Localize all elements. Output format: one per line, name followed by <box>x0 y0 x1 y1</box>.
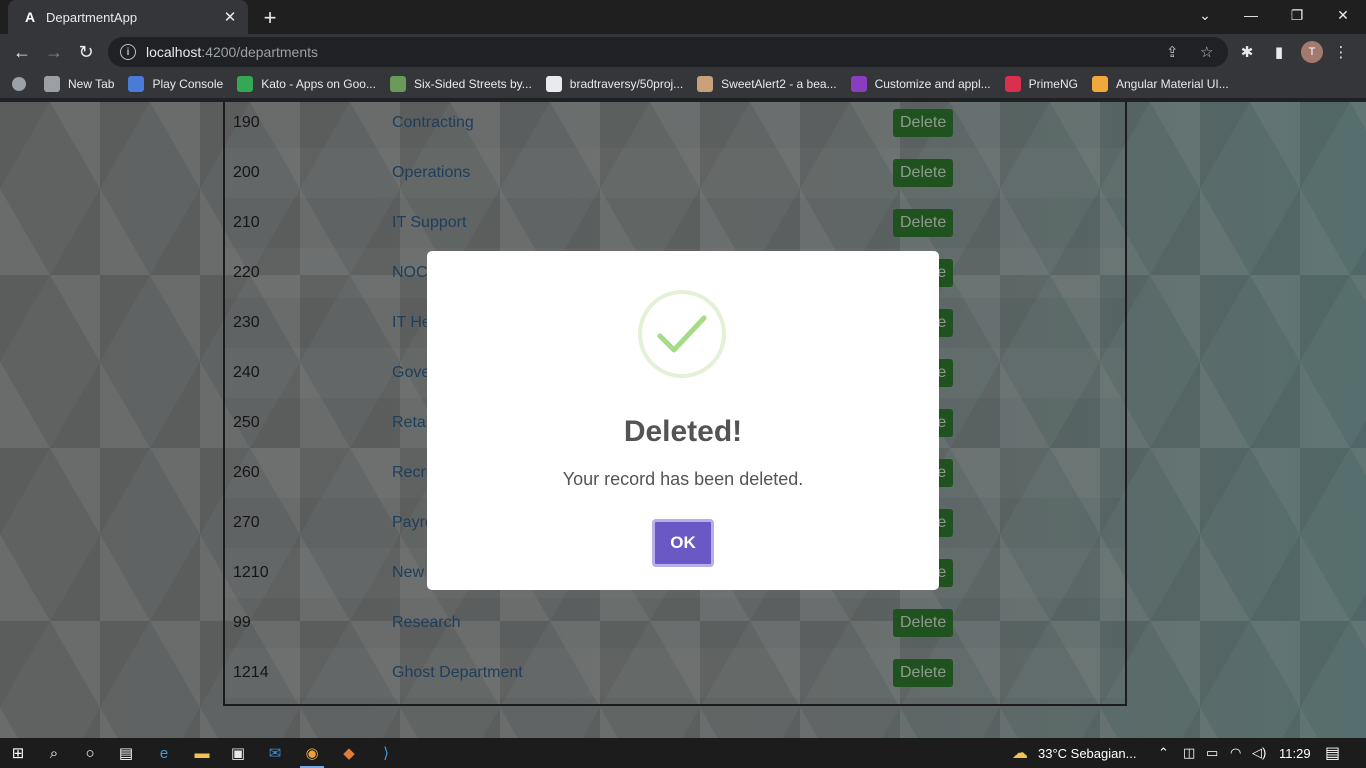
bookmark-item[interactable]: SweetAlert2 - a bea... <box>697 76 837 92</box>
store-icon[interactable]: ▣ <box>226 741 250 765</box>
bookmark-item[interactable]: bradtraversy/50proj... <box>545 76 684 92</box>
apps-icon[interactable] <box>12 77 26 91</box>
bookmark-favicon-icon <box>128 76 145 92</box>
tab-title: DepartmentApp <box>46 9 138 25</box>
url-host: localhost <box>146 44 202 60</box>
bookmark-item[interactable]: Kato - Apps on Goo... <box>237 76 376 92</box>
task-view-icon[interactable]: ▤ <box>114 741 138 765</box>
git-icon[interactable]: ◆ <box>337 741 361 765</box>
search-icon[interactable]: ⌕ <box>42 741 66 765</box>
share-icon[interactable]: ⇪ <box>1166 43 1179 61</box>
page-content: 190 Contracting Delete 200 Operations Delete 2… <box>0 102 1366 738</box>
ok-button[interactable]: OK <box>652 519 714 567</box>
minimize-button[interactable]: — <box>1228 0 1274 30</box>
dialog-text: Your record has been deleted. <box>562 469 804 489</box>
browser-toolbar: ← → ↻ i localhost:4200/departments ⇪ ☆ ✱… <box>0 34 1366 70</box>
alert-dialog: Deleted! Your record has been deleted. O… <box>427 251 939 590</box>
bookmark-favicon-icon <box>1004 76 1021 92</box>
taskbar: ⊞ ⌕ ○ ▤ e ▬ ▣ ✉ ◉ ◆ ⟩ ☁ 33°C Sebagian...… <box>0 738 1366 768</box>
bookmark-favicon-icon <box>545 76 562 92</box>
extensions-icon[interactable]: ✱ <box>1236 41 1258 63</box>
volume-icon[interactable]: ◁) <box>1252 738 1266 768</box>
reload-icon[interactable]: ↻ <box>72 38 100 66</box>
notifications-icon[interactable]: ▤ <box>1325 738 1340 768</box>
bookmark-favicon-icon <box>389 76 406 92</box>
bookmark-label: Six-Sided Streets by... <box>413 77 532 91</box>
windows-start-icon[interactable]: ⊞ <box>6 741 30 765</box>
bookmark-label: Kato - Apps on Goo... <box>261 77 376 91</box>
site-info-icon[interactable]: i <box>120 44 136 60</box>
bookmarks-bar: New Tab Play Console Kato - Apps on Goo...… <box>0 70 1366 98</box>
close-window-button[interactable]: ✕ <box>1320 0 1366 30</box>
bookmark-item[interactable]: Six-Sided Streets by... <box>389 76 532 92</box>
forward-icon[interactable]: → <box>40 38 68 66</box>
chrome-icon[interactable]: ◉ <box>300 741 324 768</box>
bookmark-label: SweetAlert2 - a bea... <box>721 77 837 91</box>
bookmark-item[interactable]: Angular Material UI... <box>1091 76 1229 92</box>
weather-widget[interactable]: ☁ 33°C Sebagian... <box>1012 738 1136 768</box>
bookmark-label: Play Console <box>152 77 224 91</box>
tab-close-icon[interactable]: ✕ <box>220 7 240 27</box>
mail-icon[interactable]: ✉ <box>263 741 287 765</box>
modal-overlay[interactable]: Deleted! Your record has been deleted. O… <box>0 102 1366 738</box>
address-bar[interactable]: i localhost:4200/departments ⇪ ☆ <box>108 37 1228 67</box>
restore-button[interactable]: ❐ <box>1274 0 1320 30</box>
success-icon <box>638 290 726 378</box>
dialog-title: Deleted! <box>623 415 743 448</box>
bookmark-favicon-icon <box>1091 76 1108 92</box>
battery-icon[interactable]: ▭ <box>1206 738 1218 768</box>
bookmark-label: Angular Material UI... <box>1115 77 1229 91</box>
tray-chevron-icon[interactable]: ⌃ <box>1158 738 1169 768</box>
bookmark-favicon-icon <box>237 76 254 92</box>
meet-icon[interactable]: ◫ <box>1183 738 1195 768</box>
wifi-icon[interactable]: ◠ <box>1230 738 1241 768</box>
angular-icon: A <box>24 9 36 25</box>
back-icon[interactable]: ← <box>8 38 36 66</box>
bookmark-star-icon[interactable]: ☆ <box>1200 43 1213 61</box>
browser-tab[interactable]: A DepartmentApp ✕ <box>8 0 248 34</box>
bookmark-favicon-icon <box>697 76 714 92</box>
bookmark-item[interactable]: New Tab <box>44 76 114 92</box>
cortana-icon[interactable]: ○ <box>78 741 102 765</box>
avatar[interactable]: T <box>1301 41 1323 63</box>
file-explorer-icon[interactable]: ▬ <box>190 741 214 765</box>
bookmark-favicon-icon <box>44 76 60 92</box>
bookmark-label: Customize and appl... <box>874 77 991 91</box>
bookmark-label: New Tab <box>68 77 115 91</box>
bookmark-item[interactable]: PrimeNG <box>1004 76 1078 92</box>
bookmark-label: bradtraversy/50proj... <box>569 77 684 91</box>
vscode-icon[interactable]: ⟩ <box>374 741 398 765</box>
weather-text: 33°C Sebagian... <box>1038 745 1137 761</box>
new-tab-button[interactable]: + <box>258 5 282 30</box>
weather-icon: ☁ <box>1012 745 1028 762</box>
bookmark-item[interactable]: Customize and appl... <box>850 76 991 92</box>
url-path: :4200/departments <box>201 44 319 60</box>
clock[interactable]: 11:29 <box>1279 738 1311 768</box>
edge-icon[interactable]: e <box>152 741 176 765</box>
browser-titlebar: A DepartmentApp ✕ + ⌄ — ❐ ✕ <box>0 0 1366 34</box>
bookmark-label: PrimeNG <box>1028 77 1078 91</box>
bookmark-item[interactable]: Play Console <box>128 76 223 92</box>
menu-icon[interactable]: ⋮ <box>1330 41 1352 63</box>
tab-search-icon[interactable]: ⌄ <box>1182 0 1228 30</box>
bookmark-favicon-icon <box>850 76 867 92</box>
side-panel-icon[interactable]: ▮ <box>1268 41 1290 63</box>
